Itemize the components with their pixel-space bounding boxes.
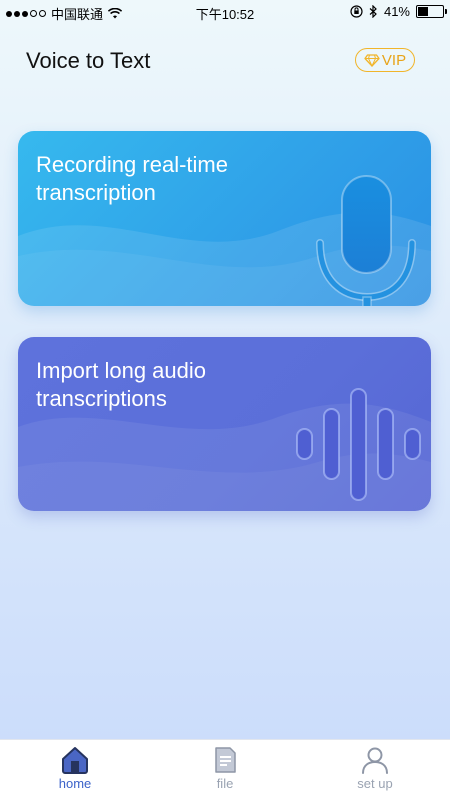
orientation-lock-icon: [350, 5, 363, 18]
bottom-tab-bar: home file set up: [0, 739, 450, 800]
app-title: Voice to Text: [26, 48, 151, 73]
import-card[interactable]: Import long audio transcriptions: [18, 337, 431, 511]
file-icon: [215, 747, 236, 773]
recording-card[interactable]: Recording real-time transcription: [18, 131, 431, 306]
tab-home[interactable]: home: [0, 740, 150, 800]
tab-file-label: file: [216, 776, 234, 791]
tab-file[interactable]: file: [150, 740, 300, 800]
tab-setup-label: set up: [357, 776, 393, 791]
import-card-title: Import long audio transcriptions: [36, 358, 206, 411]
tab-home-label: home: [58, 776, 92, 791]
vip-label: VIP: [381, 51, 407, 69]
bluetooth-icon: [369, 5, 377, 18]
recording-card-title: Recording real-time transcription: [36, 152, 228, 205]
battery-percent: 41%: [383, 4, 410, 19]
status-bar: 中国联通 下午10:52 41%: [0, 0, 450, 24]
vip-button[interactable]: VIP: [355, 48, 415, 72]
battery-fill: [418, 7, 428, 16]
status-right: 41%: [350, 4, 447, 19]
battery-icon: [416, 5, 447, 18]
sound-wave-icon: [296, 388, 421, 501]
home-icon: [62, 747, 88, 774]
user-icon: [362, 747, 388, 774]
tab-setup[interactable]: set up: [300, 740, 450, 800]
microphone-icon: [316, 175, 416, 306]
diamond-icon: [364, 53, 380, 67]
